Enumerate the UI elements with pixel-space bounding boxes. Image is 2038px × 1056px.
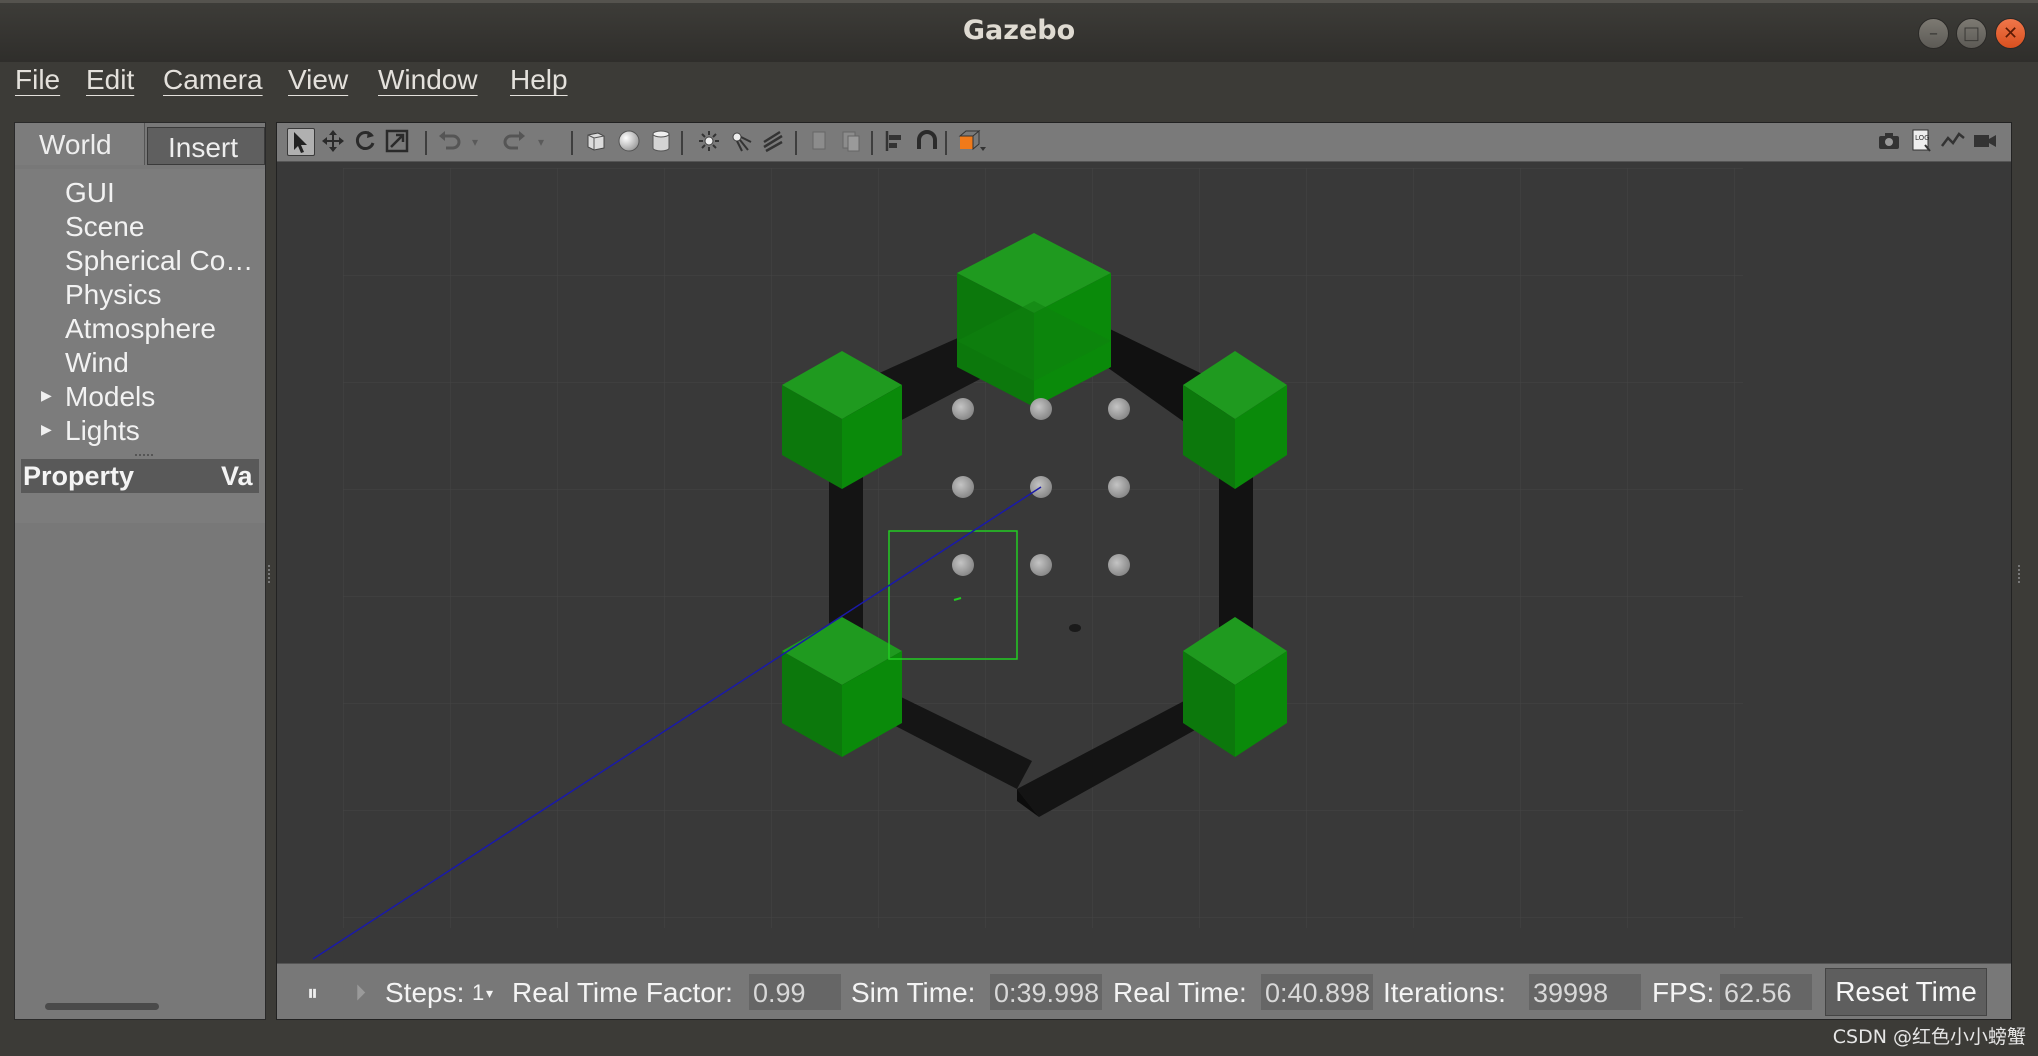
reset-time-button[interactable]: Reset Time [1825, 968, 1987, 1016]
scale-icon[interactable] [383, 128, 411, 156]
panel-splitter-handle[interactable] [135, 454, 153, 456]
fps-value: 62.56 [1720, 974, 1812, 1010]
scene-toolbar: ▾ ▾ LOG [277, 123, 2011, 162]
point-light-icon[interactable] [695, 128, 723, 156]
horizontal-scrollbar[interactable] [45, 1003, 159, 1010]
record-video-icon[interactable] [1971, 128, 1999, 156]
toolbar-separator [571, 131, 573, 155]
menu-window[interactable]: Window [378, 64, 478, 96]
steps-value[interactable]: 1 [472, 973, 484, 1013]
render-view-container: ▾ ▾ LOG ⏸ ⏵ Steps: 1 ▾ Real Time Factor:… [276, 122, 2012, 1020]
close-button[interactable]: ✕ [1995, 18, 2026, 49]
real-time-label: Real Time: [1113, 977, 1247, 1008]
undo-icon[interactable] [435, 128, 463, 156]
sim-time-value: 0:39.998 [990, 974, 1102, 1010]
tab-world[interactable]: World [15, 123, 145, 165]
copy-icon[interactable] [805, 128, 833, 156]
minimize-button[interactable]: – [1918, 18, 1949, 49]
right-panel-resize-handle[interactable] [2018, 565, 2023, 583]
undo-history-dropdown-icon[interactable]: ▾ [461, 128, 489, 156]
sim-time-label: Sim Time: [851, 977, 976, 1008]
expand-lights-icon[interactable]: ▶ [41, 422, 52, 438]
cylinder-icon[interactable] [647, 128, 675, 156]
select-icon[interactable] [287, 128, 315, 156]
fps-label: FPS: [1652, 977, 1715, 1008]
tree-item-wind[interactable]: Wind [65, 347, 129, 379]
property-table-header: Property Va [21, 459, 259, 493]
translate-icon[interactable] [319, 128, 347, 156]
menu-view[interactable]: View [288, 64, 348, 96]
directional-light-icon[interactable] [759, 128, 787, 156]
window-title: Gazebo [962, 15, 1076, 46]
toolbar-separator [945, 131, 947, 155]
expand-models-icon[interactable]: ▶ [41, 388, 52, 404]
tree-item-atmosphere[interactable]: Atmosphere [65, 313, 216, 345]
steps-label: Steps: [385, 977, 465, 1008]
box-icon[interactable] [582, 128, 610, 156]
rtf-label: Real Time Factor: [512, 977, 733, 1008]
tree-item-lights[interactable]: Lights [65, 415, 140, 447]
menu-camera[interactable]: Camera [163, 64, 263, 96]
menu-file[interactable]: File [15, 64, 60, 96]
spot-light-icon[interactable] [727, 128, 755, 156]
toolbar-separator [681, 131, 683, 155]
screenshot-icon[interactable] [1875, 128, 1903, 156]
tree-item-models[interactable]: Models [65, 381, 155, 413]
snap-icon[interactable] [913, 128, 941, 156]
toolbar-separator [425, 131, 427, 155]
status-bar: ⏸ ⏵ Steps: 1 ▾ Real Time Factor: 0.99 Si… [277, 963, 2011, 1019]
3d-scene-viewport[interactable] [277, 161, 2011, 963]
toolbar-separator [795, 131, 797, 155]
pause-icon[interactable]: ⏸ [307, 973, 318, 1013]
csdn-watermark: CSDN @红色小小螃蟹 [1832, 1026, 2026, 1048]
left-panel-resize-handle[interactable] [268, 565, 273, 583]
left-panel: World Insert GUI Scene Spherical Co… Phy… [14, 122, 266, 1020]
real-time-value: 0:40.898 [1261, 974, 1373, 1010]
redo-icon[interactable] [501, 128, 529, 156]
log-icon[interactable]: LOG [1907, 128, 1935, 156]
step-icon[interactable]: ⏵ [355, 973, 366, 1013]
svg-text:LOG: LOG [1915, 134, 1930, 142]
iterations-value: 39998 [1529, 974, 1641, 1010]
window-titlebar: Gazebo – □ ✕ [0, 0, 2038, 62]
align-icon[interactable] [881, 128, 909, 156]
menu-help[interactable]: Help [510, 64, 568, 96]
tree-item-physics[interactable]: Physics [65, 279, 161, 311]
iterations-label: Iterations: [1383, 977, 1506, 1008]
rotate-icon[interactable] [351, 128, 379, 156]
tree-item-spherical-coordinates[interactable]: Spherical Co… [65, 245, 253, 277]
tree-item-gui[interactable]: GUI [65, 177, 115, 209]
maximize-button[interactable]: □ [1956, 18, 1987, 49]
tree-item-scene[interactable]: Scene [65, 211, 144, 243]
steps-dropdown-icon[interactable]: ▾ [486, 973, 493, 1013]
value-column-header[interactable]: Va [221, 459, 253, 493]
plot-icon[interactable] [1939, 128, 1967, 156]
menu-edit[interactable]: Edit [86, 64, 134, 96]
tab-insert[interactable]: Insert [147, 127, 265, 165]
toolbar-separator [871, 131, 873, 155]
sphere-icon[interactable] [615, 128, 643, 156]
property-column-header[interactable]: Property [23, 459, 134, 493]
paste-icon[interactable] [837, 128, 865, 156]
view-angle-icon[interactable] [957, 128, 986, 156]
rtf-value: 0.99 [749, 974, 841, 1010]
redo-history-dropdown-icon[interactable]: ▾ [527, 128, 555, 156]
